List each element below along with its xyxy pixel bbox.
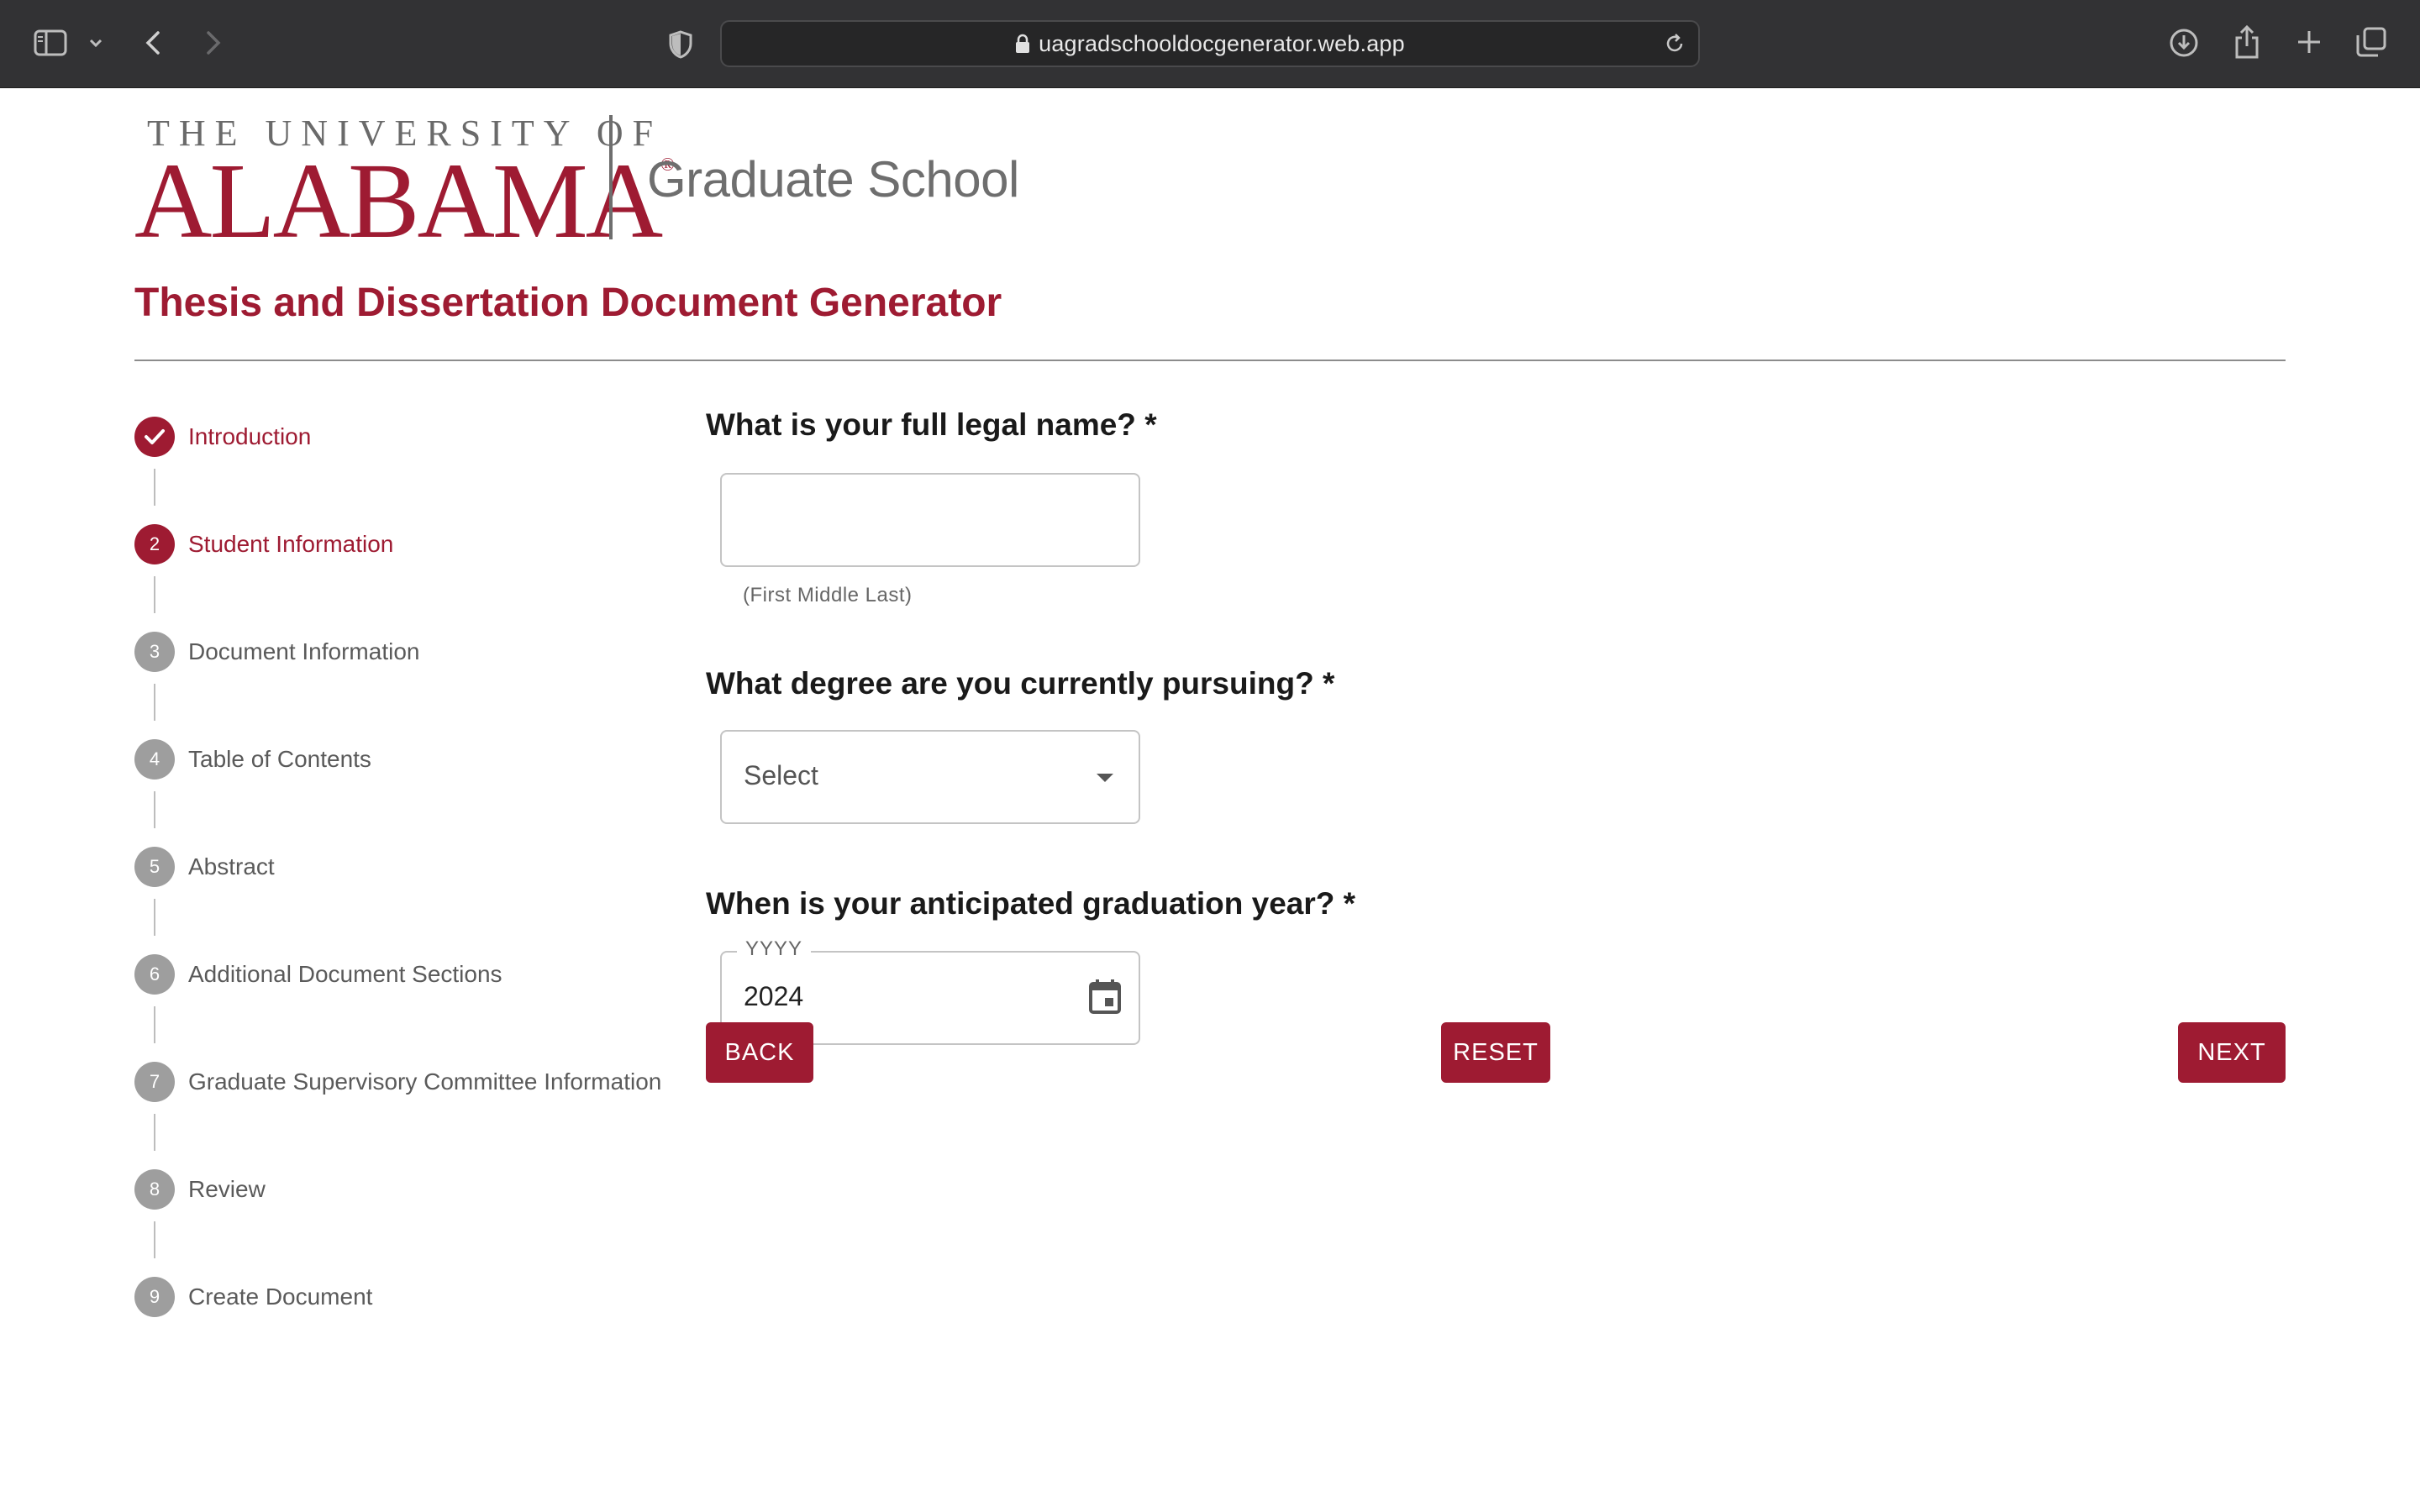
url-text: uagradschooldocgenerator.web.app: [1039, 30, 1405, 56]
browser-toolbar: uagradschooldocgenerator.web.app: [0, 0, 2420, 88]
step-connector: [154, 1114, 155, 1151]
forward-arrow-icon[interactable]: [202, 27, 225, 59]
step-label: Additional Document Sections: [188, 961, 502, 987]
graduation-year-label: YYYY: [737, 937, 812, 961]
step-abstract[interactable]: 5 Abstract: [134, 846, 275, 888]
step-number: 6: [134, 954, 175, 995]
back-button[interactable]: BACK: [706, 1022, 813, 1083]
degree-question: What degree are you currently pursuing? …: [706, 666, 1335, 701]
step-number: 2: [134, 524, 175, 564]
step-number: 8: [134, 1169, 175, 1210]
step-number: 7: [134, 1062, 175, 1102]
step-connector: [154, 469, 155, 506]
step-document-information[interactable]: 3 Document Information: [134, 631, 419, 673]
step-number: 5: [134, 847, 175, 887]
chevron-down-icon[interactable]: [87, 35, 104, 50]
calendar-icon[interactable]: [1088, 978, 1122, 1019]
step-introduction[interactable]: Introduction: [134, 416, 311, 458]
step-label: Create Document: [188, 1284, 373, 1310]
step-student-information[interactable]: 2 Student Information: [134, 523, 393, 565]
step-connector: [154, 576, 155, 613]
step-label: Introduction: [188, 423, 312, 449]
step-label: Graduate Supervisory Committee Informati…: [188, 1068, 662, 1095]
step-label: Document Information: [188, 638, 420, 664]
logo-divider: [609, 115, 613, 239]
step-review[interactable]: 8 Review: [134, 1168, 266, 1210]
step-number: 9: [134, 1277, 175, 1317]
logo-sub-text: Graduate School: [647, 151, 1019, 207]
degree-select-value: Select: [744, 760, 818, 790]
step-label: Review: [188, 1176, 266, 1202]
dropdown-caret-icon: [1097, 774, 1113, 782]
checkmark-icon: [134, 417, 175, 457]
step-label: Student Information: [188, 531, 394, 557]
full-name-field[interactable]: [720, 473, 1140, 567]
reset-button[interactable]: RESET: [1441, 1022, 1550, 1083]
new-tab-icon[interactable]: [2294, 27, 2324, 57]
name-helper-text: (First Middle Last): [743, 584, 913, 606]
page-content: THE UNIVERSITY OF ALABAMA® Graduate Scho…: [0, 88, 2420, 1512]
graduation-year-value: 2024: [744, 981, 804, 1011]
address-bar[interactable]: uagradschooldocgenerator.web.app: [720, 20, 1700, 67]
step-label: Abstract: [188, 853, 275, 879]
step-connector: [154, 1006, 155, 1043]
step-label: Table of Contents: [188, 746, 371, 772]
reload-icon[interactable]: [1663, 32, 1686, 55]
shield-icon[interactable]: [666, 29, 695, 60]
sidebar-icon[interactable]: [34, 29, 67, 57]
graduation-year-question: When is your anticipated graduation year…: [706, 886, 1356, 921]
degree-select[interactable]: Select: [720, 730, 1140, 824]
header-divider: [134, 360, 2286, 361]
download-icon[interactable]: [2168, 27, 2200, 59]
page-title: Thesis and Dissertation Document Generat…: [134, 281, 1002, 325]
logo-main-text: ALABAMA®: [134, 141, 675, 260]
step-connector: [154, 684, 155, 721]
step-connector: [154, 899, 155, 936]
name-question: What is your full legal name? *: [706, 407, 1157, 442]
share-icon[interactable]: [2232, 24, 2262, 60]
step-committee-information[interactable]: 7 Graduate Supervisory Committee Informa…: [134, 1061, 661, 1103]
step-number: 3: [134, 632, 175, 672]
step-table-of-contents[interactable]: 4 Table of Contents: [134, 738, 371, 780]
step-connector: [154, 791, 155, 828]
back-arrow-icon[interactable]: [141, 27, 165, 59]
step-create-document[interactable]: 9 Create Document: [134, 1276, 372, 1318]
next-button[interactable]: NEXT: [2178, 1022, 2286, 1083]
step-additional-document-sections[interactable]: 6 Additional Document Sections: [134, 953, 502, 995]
tab-overview-icon[interactable]: [2354, 25, 2388, 59]
step-connector: [154, 1221, 155, 1258]
step-number: 4: [134, 739, 175, 780]
lock-icon: [1015, 34, 1030, 54]
full-name-input[interactable]: [722, 475, 1139, 565]
